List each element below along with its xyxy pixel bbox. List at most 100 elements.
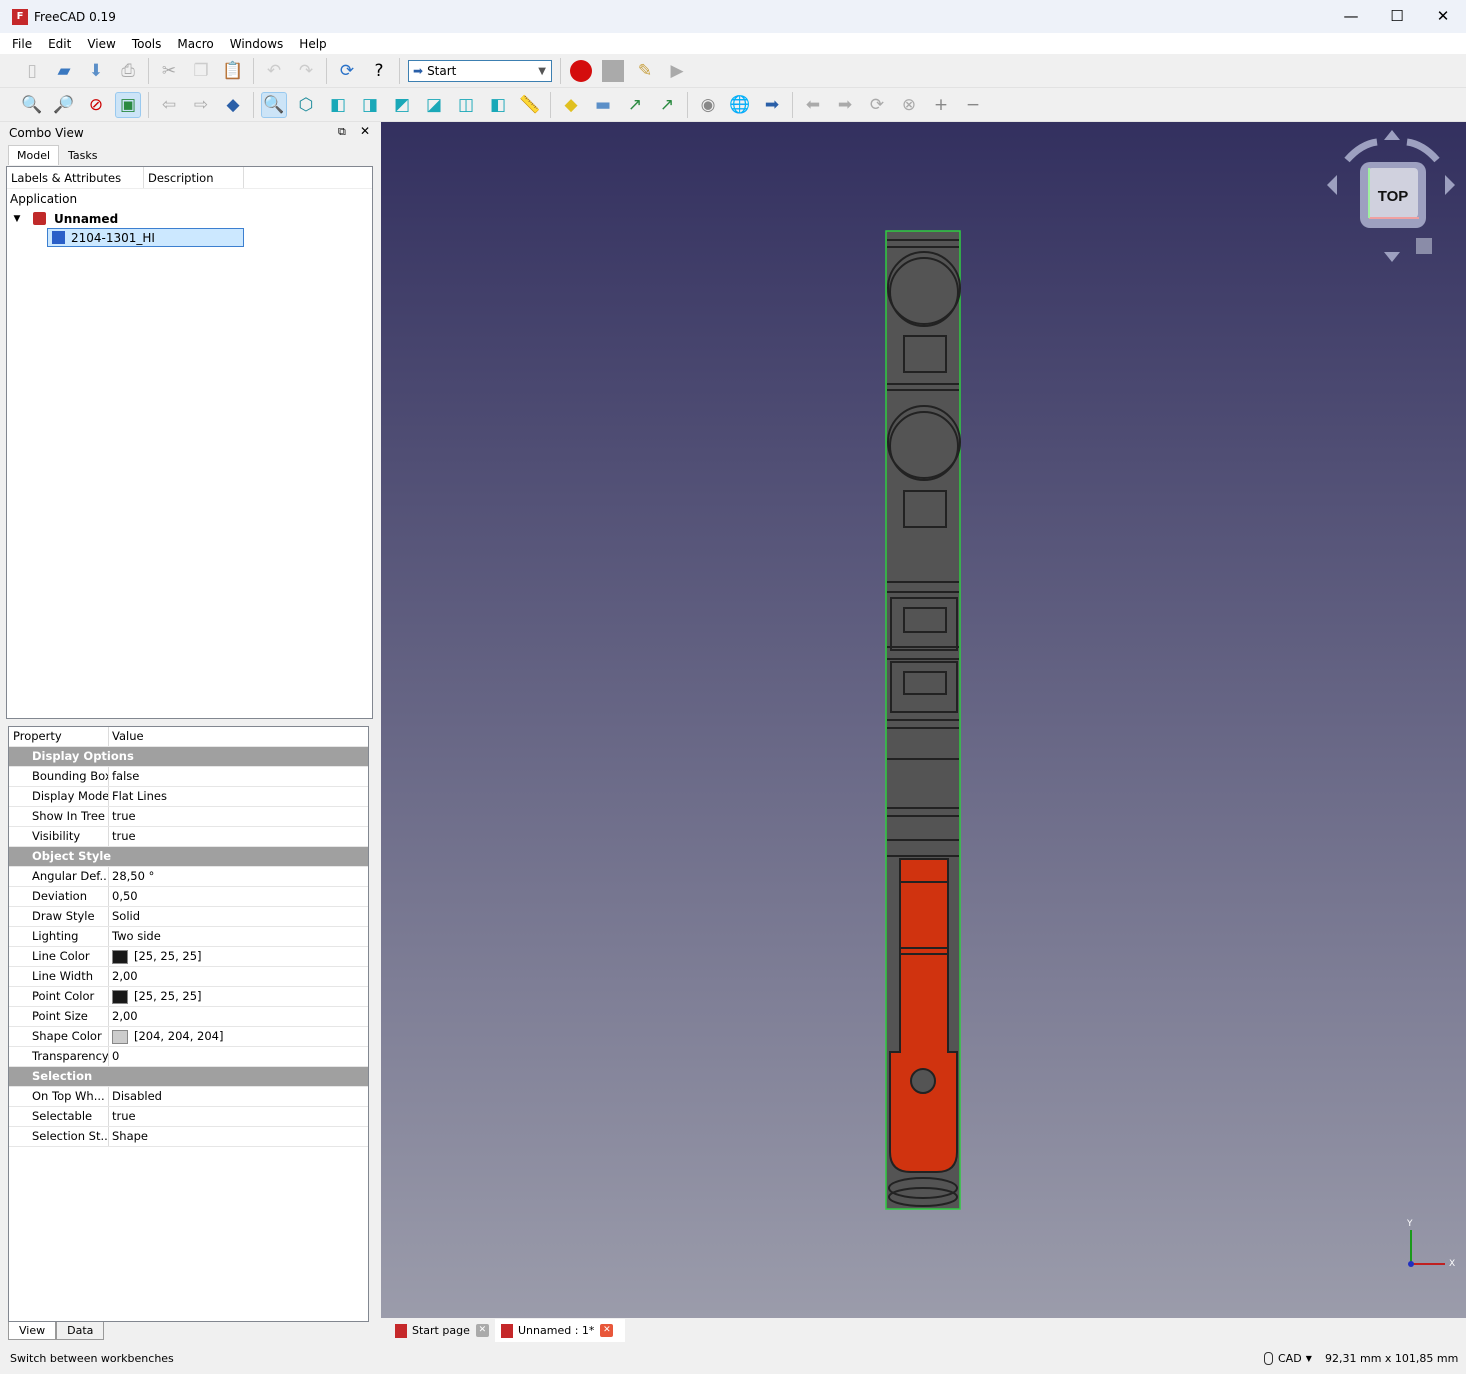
navcube-face-label[interactable]: TOP <box>1378 188 1409 205</box>
property-row[interactable]: Angular Def... 28,50 ° <box>9 867 368 887</box>
property-value[interactable]: true <box>109 1107 136 1126</box>
property-value[interactable]: [204, 204, 204] <box>109 1027 223 1046</box>
tab-unnamed[interactable]: Unnamed : 1* ✕ <box>495 1319 625 1342</box>
link-icon[interactable]: ↗ <box>622 92 648 118</box>
web-forward-icon[interactable]: ➡ <box>832 92 858 118</box>
tab-start-page[interactable]: Start page ✕ <box>389 1319 495 1342</box>
property-value[interactable]: false <box>109 767 139 786</box>
open-file-icon[interactable]: ▰ <box>51 58 77 84</box>
property-row[interactable]: Selection St... Shape <box>9 1127 368 1147</box>
property-value[interactable]: true <box>109 827 136 846</box>
create-group-icon[interactable]: ▬ <box>590 92 616 118</box>
menu-help[interactable]: Help <box>299 37 326 51</box>
fit-selection-icon[interactable]: 🔎 <box>51 92 77 118</box>
close-button[interactable]: ✕ <box>1420 0 1466 33</box>
fit-all-icon[interactable]: 🔍 <box>19 92 45 118</box>
whats-this-icon[interactable]: ? <box>366 58 392 84</box>
property-row[interactable]: Bounding Box false <box>9 767 368 787</box>
menu-tools[interactable]: Tools <box>132 37 162 51</box>
isometric-zoom-icon[interactable]: 🔍 <box>261 92 287 118</box>
web-back-icon[interactable]: ⬅ <box>800 92 826 118</box>
view-top-icon[interactable]: ◨ <box>357 92 383 118</box>
property-value[interactable]: Solid <box>109 907 140 926</box>
property-row[interactable]: Selectable true <box>9 1107 368 1127</box>
print-icon[interactable]: ⎙ <box>115 58 141 84</box>
paste-icon[interactable]: 📋 <box>220 58 246 84</box>
stop-macro-icon[interactable] <box>600 58 626 84</box>
tab-view[interactable]: View <box>8 1322 57 1340</box>
property-row[interactable]: Display Mode Flat Lines <box>9 787 368 807</box>
property-value[interactable]: Disabled <box>109 1087 162 1106</box>
link-actions-icon[interactable]: ↗ <box>654 92 680 118</box>
property-value[interactable]: Shape <box>109 1127 148 1146</box>
close-panel-icon[interactable]: ✕ <box>360 124 370 138</box>
property-value[interactable]: [25, 25, 25] <box>109 987 202 1006</box>
undo-icon[interactable]: ↶ <box>261 58 287 84</box>
3d-viewport[interactable]: TOP Y X <box>381 122 1466 1318</box>
edit-macro-icon[interactable]: ✎ <box>632 58 658 84</box>
property-row[interactable]: Transparency 0 <box>9 1047 368 1067</box>
back-icon[interactable]: ⇦ <box>156 92 182 118</box>
record-macro-icon[interactable] <box>568 58 594 84</box>
property-value[interactable]: 2,00 <box>109 1007 138 1026</box>
view-isometric-icon[interactable]: ⬡ <box>293 92 319 118</box>
maximize-button[interactable]: ☐ <box>1374 0 1420 33</box>
redo-icon[interactable]: ↷ <box>293 58 319 84</box>
tab-data[interactable]: Data <box>56 1322 105 1340</box>
close-tab-icon[interactable]: ✕ <box>600 1324 614 1337</box>
workbench-selector[interactable]: ➡ Start ▼ <box>408 60 552 82</box>
property-group[interactable]: Selection <box>9 1067 368 1087</box>
run-macro-icon[interactable]: ▶ <box>664 58 690 84</box>
property-row[interactable]: Draw Style Solid <box>9 907 368 927</box>
new-file-icon[interactable]: ▯ <box>19 58 45 84</box>
create-part-icon[interactable]: ◆ <box>558 92 584 118</box>
save-icon[interactable]: ⬇ <box>83 58 109 84</box>
minimize-button[interactable]: — <box>1328 0 1374 33</box>
navigation-style-button[interactable]: CAD ▼ <box>1264 1352 1312 1365</box>
zoom-out-icon[interactable]: − <box>960 92 986 118</box>
property-group[interactable]: Object Style <box>9 847 368 867</box>
view-left-icon[interactable]: ◧ <box>485 92 511 118</box>
web-stop-icon[interactable]: ⊗ <box>896 92 922 118</box>
property-value[interactable]: true <box>109 807 136 826</box>
column-labels[interactable]: Labels & Attributes <box>7 167 144 188</box>
menu-macro[interactable]: Macro <box>177 37 213 51</box>
property-value[interactable]: 28,50 ° <box>109 867 154 886</box>
view-front-icon[interactable]: ◧ <box>325 92 351 118</box>
property-value[interactable]: 0 <box>109 1047 119 1066</box>
draw-style-icon[interactable]: ⊘ <box>83 92 109 118</box>
menu-view[interactable]: View <box>87 37 115 51</box>
menu-edit[interactable]: Edit <box>48 37 71 51</box>
property-row[interactable]: On Top Wh... Disabled <box>9 1087 368 1107</box>
tree-object-selected[interactable]: 2104-1301_HI <box>47 228 244 247</box>
property-group[interactable]: Display Options <box>9 747 368 767</box>
property-value[interactable]: [25, 25, 25] <box>109 947 202 966</box>
column-description[interactable]: Description <box>144 167 244 188</box>
web-go-icon[interactable]: ➡ <box>759 92 785 118</box>
menu-windows[interactable]: Windows <box>230 37 284 51</box>
property-row[interactable]: Lighting Two side <box>9 927 368 947</box>
web-refresh-icon[interactable]: ⟳ <box>864 92 890 118</box>
view-rear-icon[interactable]: ◪ <box>421 92 447 118</box>
tab-tasks[interactable]: Tasks <box>60 146 105 166</box>
color-swatch[interactable] <box>112 1029 128 1044</box>
web-home-icon[interactable]: ◉ <box>695 92 721 118</box>
property-row[interactable]: Line Width 2,00 <box>9 967 368 987</box>
globe-icon[interactable]: 🌐 <box>727 92 753 118</box>
property-row[interactable]: Visibility true <box>9 827 368 847</box>
property-row[interactable]: Show In Tree true <box>9 807 368 827</box>
color-swatch[interactable] <box>112 989 128 1004</box>
property-row[interactable]: Deviation 0,50 <box>9 887 368 907</box>
property-row[interactable]: Point Size 2,00 <box>9 1007 368 1027</box>
measure-icon[interactable]: 📏 <box>517 92 543 118</box>
tab-model[interactable]: Model <box>8 145 60 165</box>
property-value[interactable]: Flat Lines <box>109 787 167 806</box>
model-part[interactable] <box>885 230 961 1210</box>
zoom-in-icon[interactable]: + <box>928 92 954 118</box>
copy-icon[interactable]: ❐ <box>188 58 214 84</box>
cut-icon[interactable]: ✂ <box>156 58 182 84</box>
tree-document[interactable]: ▼ Unnamed <box>7 209 372 228</box>
close-tab-icon[interactable]: ✕ <box>475 1324 489 1337</box>
property-row[interactable]: Shape Color [204, 204, 204] <box>9 1027 368 1047</box>
refresh-icon[interactable]: ⟳ <box>334 58 360 84</box>
